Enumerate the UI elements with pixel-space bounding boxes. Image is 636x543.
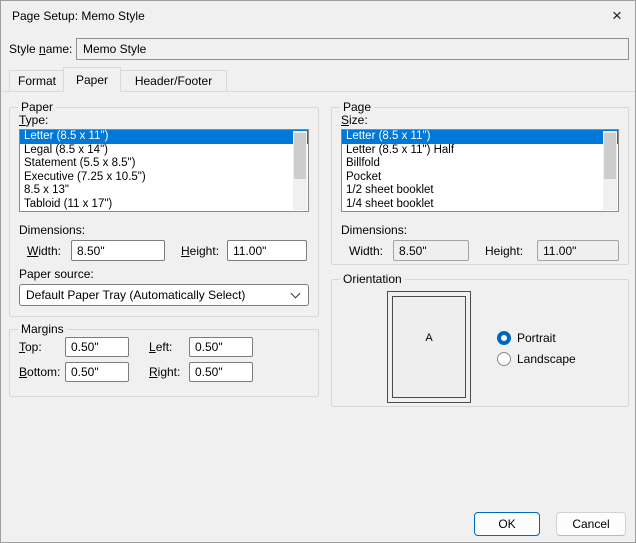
margin-bottom-label: Bottom: bbox=[19, 365, 61, 379]
page-width-input bbox=[393, 240, 469, 261]
page-size-listbox[interactable]: Letter (8.5 x 11") Letter (8.5 x 11") Ha… bbox=[341, 129, 619, 212]
list-item[interactable]: Tabloid (11 x 17") bbox=[20, 198, 308, 212]
portrait-radio[interactable] bbox=[497, 331, 511, 345]
orientation-preview-page: A bbox=[392, 296, 466, 398]
preview-letter: A bbox=[425, 332, 433, 344]
page-dimensions-label: Dimensions: bbox=[341, 223, 408, 237]
margin-top-label: Top: bbox=[19, 340, 42, 354]
margin-top-input[interactable] bbox=[65, 337, 129, 357]
paper-source-value: Default Paper Tray (Automatically Select… bbox=[26, 288, 246, 302]
landscape-label[interactable]: Landscape bbox=[517, 352, 576, 366]
list-item[interactable]: Executive (7.25 x 10.5") bbox=[20, 171, 308, 185]
titlebar: Page Setup: Memo Style × bbox=[1, 1, 635, 31]
paper-width-input[interactable] bbox=[71, 240, 165, 261]
list-item[interactable]: Legal (8.5 x 14") bbox=[20, 144, 308, 158]
ok-button[interactable]: OK bbox=[474, 512, 540, 536]
page-height-label: Height: bbox=[485, 244, 524, 258]
page-setup-dialog: Page Setup: Memo Style × Style name: Mem… bbox=[0, 0, 636, 543]
page-size-scrollbar[interactable] bbox=[603, 131, 617, 210]
cancel-button[interactable]: Cancel bbox=[556, 512, 626, 536]
orientation-preview: A bbox=[387, 291, 471, 403]
group-orientation: Orientation bbox=[331, 272, 629, 407]
paper-dimensions-label: Dimensions: bbox=[19, 223, 86, 237]
tab-header-footer[interactable]: Header/Footer bbox=[120, 70, 227, 91]
paper-height-label: Height: bbox=[181, 244, 220, 258]
style-name-input: Memo Style bbox=[76, 38, 629, 60]
list-item[interactable]: 1/2 sheet booklet bbox=[342, 184, 618, 198]
chevron-down-icon bbox=[290, 288, 301, 299]
margin-bottom-input[interactable] bbox=[65, 362, 129, 382]
list-item[interactable]: Letter (8.5 x 11") Half bbox=[342, 144, 618, 158]
list-item[interactable]: 8.5 x 13" bbox=[20, 184, 308, 198]
close-icon: × bbox=[612, 6, 622, 25]
window-title: Page Setup: Memo Style bbox=[12, 9, 145, 23]
margin-left-input[interactable] bbox=[189, 337, 253, 357]
paper-source-label: Paper source: bbox=[19, 267, 94, 281]
list-item[interactable]: Letter (8.5 x 11") bbox=[20, 130, 308, 144]
landscape-radio[interactable] bbox=[497, 352, 511, 366]
list-item[interactable]: Letter (8.5 x 11") bbox=[342, 130, 618, 144]
paper-type-scrollbar[interactable] bbox=[293, 131, 307, 210]
paper-source-dropdown[interactable]: Default Paper Tray (Automatically Select… bbox=[19, 284, 309, 306]
close-button[interactable]: × bbox=[599, 1, 635, 31]
paper-type-listbox[interactable]: Letter (8.5 x 11") Legal (8.5 x 14") Sta… bbox=[19, 129, 309, 212]
list-item[interactable]: Pocket bbox=[342, 171, 618, 185]
scrollbar-thumb[interactable] bbox=[294, 133, 306, 179]
margins-group-caption: Margins bbox=[18, 322, 67, 336]
tab-paper[interactable]: Paper bbox=[63, 67, 121, 92]
page-group-caption: Page bbox=[340, 100, 375, 114]
style-name-label: Style name: bbox=[9, 42, 73, 56]
paper-group-caption: Paper bbox=[18, 100, 57, 114]
page-width-label: Width: bbox=[349, 244, 384, 258]
scrollbar-thumb[interactable] bbox=[604, 133, 616, 179]
margin-right-input[interactable] bbox=[189, 362, 253, 382]
paper-height-input[interactable] bbox=[227, 240, 307, 261]
page-height-input bbox=[537, 240, 619, 261]
margin-right-label: Right: bbox=[149, 365, 181, 379]
page-size-label: Size: bbox=[341, 113, 368, 127]
margin-left-label: Left: bbox=[149, 340, 173, 354]
paper-width-label: Width: bbox=[27, 244, 62, 258]
orientation-group-caption: Orientation bbox=[340, 272, 405, 286]
portrait-label[interactable]: Portrait bbox=[517, 331, 556, 345]
list-item[interactable]: Statement (5.5 x 8.5") bbox=[20, 157, 308, 171]
list-item[interactable]: 1/4 sheet booklet bbox=[342, 198, 618, 212]
list-item[interactable]: Billfold bbox=[342, 157, 618, 171]
paper-type-label: Type: bbox=[19, 113, 49, 127]
tab-format[interactable]: Format bbox=[9, 70, 65, 91]
